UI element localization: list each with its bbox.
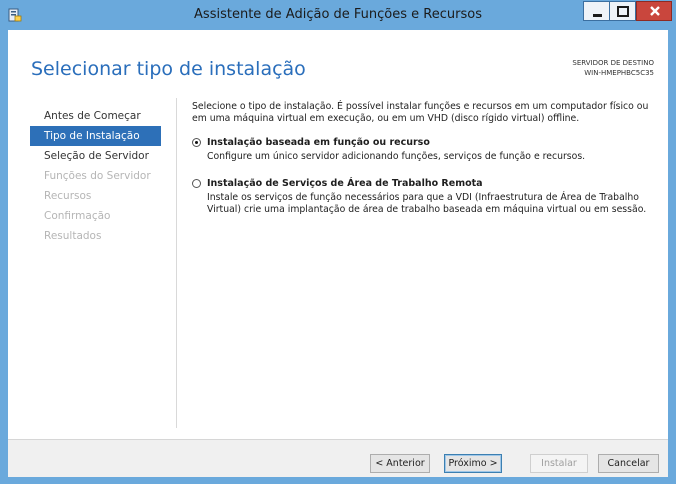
maximize-button[interactable] [609, 1, 636, 21]
nav-item-antes-de-comecar[interactable]: Antes de Começar [30, 106, 161, 126]
destination-label: SERVIDOR DE DESTINO [572, 59, 654, 67]
option-role-based-description: Configure um único servidor adicionando … [207, 151, 586, 162]
minimize-button[interactable] [583, 1, 610, 21]
nav-item-resultados: Resultados [44, 230, 102, 242]
cancel-button[interactable]: Cancelar [598, 454, 659, 473]
close-button[interactable] [636, 1, 672, 21]
wizard-client-area: Selecionar tipo de instalação SERVIDOR D… [8, 30, 668, 477]
option-role-based-title[interactable]: Instalação baseada em função ou recurso [207, 137, 658, 149]
option-role-based[interactable]: Instalação baseada em função ou recurso … [192, 137, 658, 163]
intro-text: Selecione o tipo de instalação. É possív… [192, 101, 649, 124]
nav-item-selecao-de-servidor[interactable]: Seleção de Servidor [30, 146, 161, 166]
next-button[interactable]: Próximo > [444, 454, 502, 473]
previous-button[interactable]: < Anterior [370, 454, 430, 473]
nav-divider [176, 98, 177, 428]
radio-remote-desktop[interactable] [192, 179, 201, 188]
wizard-window: Assistente de Adição de Funções e Recurs… [0, 0, 676, 484]
destination-server-info: SERVIDOR DE DESTINO WIN-HMEPHBC5C35 [572, 58, 654, 78]
wizard-footer: < Anterior Próximo > Instalar Cancelar [8, 439, 668, 477]
title-bar[interactable]: Assistente de Adição de Funções e Recurs… [0, 0, 676, 30]
main-content: Selecione o tipo de instalação. É possív… [192, 101, 658, 231]
nav-item-funcoes-do-servidor: Funções do Servidor [44, 170, 151, 182]
nav-item-tipo-de-instalacao[interactable]: Tipo de Instalação [30, 126, 161, 146]
option-remote-desktop[interactable]: Instalação de Serviços de Área de Trabal… [192, 178, 658, 216]
option-remote-desktop-description: Instale os serviços de função necessário… [207, 192, 647, 215]
maximize-icon [617, 6, 629, 17]
option-remote-desktop-title[interactable]: Instalação de Serviços de Área de Trabal… [207, 178, 658, 190]
close-icon [650, 6, 660, 16]
destination-server-name: WIN-HMEPHBC5C35 [584, 69, 654, 77]
window-title: Assistente de Adição de Funções e Recurs… [194, 7, 482, 22]
install-button: Instalar [530, 454, 588, 473]
wizard-steps-nav: Antes de Começar Tipo de Instalação Sele… [30, 106, 161, 246]
page-title: Selecionar tipo de instalação [31, 58, 306, 80]
nav-item-confirmacao: Confirmação [44, 210, 111, 222]
minimize-icon [593, 14, 602, 17]
nav-item-recursos: Recursos [44, 190, 92, 202]
radio-role-based[interactable] [192, 138, 201, 147]
